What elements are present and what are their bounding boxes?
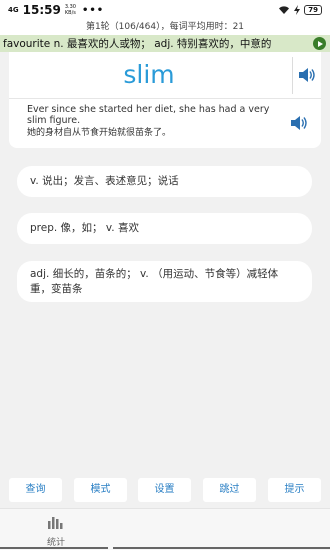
divider <box>292 57 293 94</box>
hint-button[interactable]: 提示 <box>268 478 321 502</box>
option-text: prep. 像，如； v. 喜欢 <box>30 222 139 234</box>
network-speed: 3.30 KB/s <box>65 4 76 16</box>
settings-button[interactable]: 设置 <box>138 478 191 502</box>
example-speaker-icon[interactable] <box>290 115 308 131</box>
wifi-icon <box>279 6 290 14</box>
skip-button[interactable]: 跳过 <box>203 478 256 502</box>
status-left: 4G 15:59 3.30 KB/s ••• <box>8 3 104 17</box>
word-row: slim <box>9 52 321 99</box>
bar-chart-icon <box>48 517 63 529</box>
progress-info: 第1轮（106/464），每词平均用时：21 <box>0 20 330 35</box>
option-card-3[interactable]: adj. 细长的，苗条的； v. （用运动、节食等）减轻体重，变苗条 <box>17 261 312 302</box>
query-button[interactable]: 查询 <box>9 478 62 502</box>
mode-button[interactable]: 模式 <box>74 478 127 502</box>
bottom-nav: 统计 <box>0 508 330 550</box>
option-text: adj. 细长的，苗条的； v. （用运动、节食等）减轻体重，变苗条 <box>30 267 279 295</box>
system-nav-bar <box>0 546 330 550</box>
notification-dots: ••• <box>81 4 105 16</box>
marquee-bar: favourite n. 最喜欢的人或物； adj. 特别喜欢的，中意的 <box>0 35 330 52</box>
play-icon[interactable] <box>313 37 326 50</box>
action-toolbar: 查询 模式 设置 跳过 提示 <box>0 478 330 502</box>
clock: 15:59 <box>22 3 61 17</box>
speaker-icon[interactable] <box>298 67 316 83</box>
battery-icon: 79 <box>304 5 322 15</box>
word-card: slim Ever since she started her diet, sh… <box>9 52 321 148</box>
option-card-1[interactable]: v. 说出；发言、表述意见；说话 <box>17 166 312 197</box>
signal-indicator: 4G <box>8 5 19 14</box>
example-english: Ever since she started her diet, she has… <box>27 104 270 126</box>
network-speed-unit: KB/s <box>64 10 76 16</box>
example-sentence: Ever since she started her diet, she has… <box>27 104 277 139</box>
example-chinese: 她的身材自从节食开始就很苗条了。 <box>27 128 172 138</box>
nav-segment <box>113 547 330 549</box>
option-card-2[interactable]: prep. 像，如； v. 喜欢 <box>17 213 312 244</box>
status-right: 79 <box>278 5 322 15</box>
nav-segment <box>0 547 108 549</box>
word-headword: slim <box>123 60 175 89</box>
nav-item-stats[interactable]: 统计 <box>36 514 76 548</box>
charging-icon <box>294 5 301 15</box>
status-bar: 4G 15:59 3.30 KB/s ••• 79 <box>0 0 330 20</box>
marquee-text: favourite n. 最喜欢的人或物； adj. 特别喜欢的，中意的 <box>3 38 272 50</box>
option-text: v. 说出；发言、表述意见；说话 <box>30 175 179 187</box>
